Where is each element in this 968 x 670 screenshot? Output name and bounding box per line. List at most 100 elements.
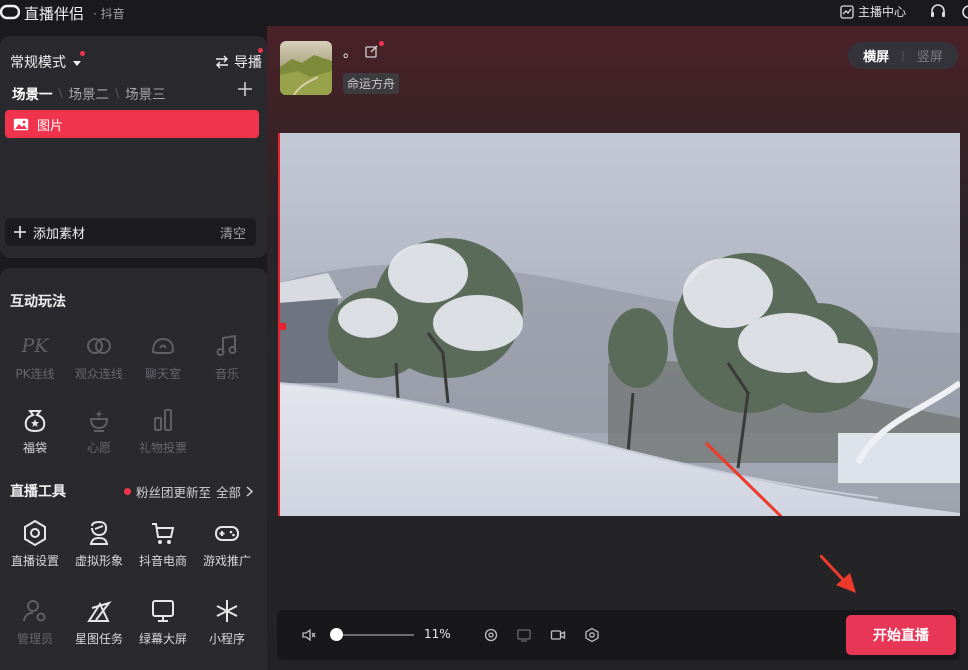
scene-panel: 常规模式 导播 场景一 \ 场景二 \ 场景三 图片 添加素材 清空 xyxy=(0,36,267,258)
source-item-label: 图片 xyxy=(37,118,64,134)
start-live-button[interactable]: 开始直播 xyxy=(846,615,956,655)
fans-notice-dot xyxy=(124,488,131,495)
portrait-option[interactable]: 竖屏 xyxy=(917,46,943,65)
mode-label: 常规模式 xyxy=(10,55,66,71)
star-task-icon xyxy=(87,601,112,622)
music-icon xyxy=(216,334,237,356)
live-settings-label: 直播设置 xyxy=(10,554,59,568)
tab-scene-2[interactable]: 场景二 xyxy=(69,83,110,103)
fans-update-label: 粉丝团更新至 xyxy=(136,485,212,500)
director-label: 导播 xyxy=(234,55,262,71)
wish-label: 心愿 xyxy=(86,441,111,455)
director-button[interactable]: 导播 xyxy=(214,48,263,72)
mini-program-label: 小程序 xyxy=(208,632,245,646)
anchor-center-button[interactable]: 主播中心 xyxy=(840,3,906,20)
orientation-toggle: 横屏 | 竖屏 xyxy=(848,42,958,69)
green-screen-item[interactable]: 绿幕大屏 xyxy=(135,596,191,647)
star-task-label: 星图任务 xyxy=(74,632,123,646)
orientation-divider: | xyxy=(901,49,905,62)
source-item-image[interactable]: 图片 xyxy=(5,110,259,138)
volume-slider-track[interactable] xyxy=(336,634,414,636)
chart-icon xyxy=(840,4,854,19)
app-title: 直播伴侣 xyxy=(24,5,85,23)
lucky-bag-label: 福袋 xyxy=(22,441,47,455)
screen-mirror-icon[interactable] xyxy=(516,627,532,643)
green-screen-icon xyxy=(152,600,174,622)
gamepad-icon xyxy=(215,526,239,541)
tools-section-title: 直播工具 xyxy=(10,484,66,500)
live-settings-icon xyxy=(24,519,46,547)
green-screen-label: 绿幕大屏 xyxy=(138,632,187,646)
mode-selector[interactable]: 常规模式 xyxy=(10,51,85,72)
anchor-center-label: 主播中心 xyxy=(858,5,907,19)
admin-icon xyxy=(23,600,46,622)
edit-icon[interactable] xyxy=(365,44,379,58)
pk-icon: PK xyxy=(21,335,49,357)
game-promo-item[interactable]: 游戏推广 xyxy=(199,518,255,569)
pk-link-item[interactable]: PK PK连线 xyxy=(7,331,63,382)
edit-notice-dot xyxy=(379,41,384,46)
game-promo-label: 游戏推广 xyxy=(202,554,251,568)
arrow-annotation xyxy=(820,555,856,593)
volume-slider-handle[interactable] xyxy=(330,628,343,641)
shop-label: 抖音电商 xyxy=(138,554,187,568)
landscape-option[interactable]: 横屏 xyxy=(863,46,889,65)
snow-scene-image xyxy=(278,133,960,516)
chevron-right-icon xyxy=(246,486,254,497)
image-icon xyxy=(13,118,29,130)
chatroom-item[interactable]: 聊天室 xyxy=(135,331,191,382)
tab-separator: \ xyxy=(58,86,63,100)
headset-icon[interactable] xyxy=(929,3,947,21)
gift-vote-item[interactable]: 礼物投票 xyxy=(135,405,191,456)
fans-update-link[interactable]: 粉丝团更新至 全部 xyxy=(124,482,254,501)
virtual-avatar-icon xyxy=(89,520,109,545)
notice-dot xyxy=(80,51,85,56)
camera-flip-icon[interactable] xyxy=(483,627,499,643)
add-material-button[interactable]: 添加素材 xyxy=(33,223,85,242)
tab-separator: \ xyxy=(115,86,120,100)
music-item[interactable]: 音乐 xyxy=(199,331,255,382)
app-logo-icon xyxy=(0,4,20,20)
music-label: 音乐 xyxy=(214,367,239,381)
clear-button[interactable]: 清空 xyxy=(220,223,246,242)
virtual-avatar-item[interactable]: 虚拟形象 xyxy=(71,518,127,569)
interaction-panel: 互动玩法 PK PK连线 观众连线 聊天室 音乐 福袋 心愿 礼物投票 直播工具… xyxy=(0,268,267,670)
platform-label: · 抖音 xyxy=(93,7,125,21)
virtual-avatar-label: 虚拟形象 xyxy=(74,554,123,568)
plus-icon xyxy=(14,226,26,238)
all-label: 全部 xyxy=(216,485,242,500)
chatroom-icon xyxy=(151,337,175,354)
mini-program-item[interactable]: 小程序 xyxy=(199,596,255,647)
add-material-bar: 添加素材 清空 xyxy=(5,218,256,246)
add-scene-icon[interactable] xyxy=(236,80,254,98)
audience-link-label: 观众连线 xyxy=(74,367,123,381)
wish-item[interactable]: 心愿 xyxy=(71,405,127,456)
star-task-item[interactable]: 星图任务 xyxy=(71,596,127,647)
settings-icon[interactable] xyxy=(960,3,968,21)
shop-item[interactable]: 抖音电商 xyxy=(135,518,191,569)
preview-stage[interactable] xyxy=(278,133,960,516)
mute-icon[interactable] xyxy=(301,627,317,643)
resize-handle[interactable] xyxy=(279,323,286,330)
record-icon[interactable] xyxy=(550,627,566,643)
wish-icon xyxy=(89,410,109,432)
director-notice-dot xyxy=(258,48,263,53)
volume-value: 11% xyxy=(424,627,451,641)
tab-scene-3[interactable]: 场景三 xyxy=(125,83,166,103)
interact-section-title: 互动玩法 xyxy=(10,294,66,310)
category-tag[interactable]: 命运方舟 xyxy=(343,73,400,94)
tab-scene-1[interactable]: 场景一 xyxy=(12,83,53,103)
shop-cart-icon xyxy=(152,523,175,544)
audience-link-item[interactable]: 观众连线 xyxy=(71,331,127,382)
gift-vote-label: 礼物投票 xyxy=(138,441,187,455)
streamer-nickname: 。 xyxy=(343,45,357,61)
chatroom-label: 聊天室 xyxy=(144,367,181,381)
admin-item[interactable]: 管理员 xyxy=(7,596,63,647)
caret-down-icon xyxy=(73,60,81,66)
pk-link-label: PK连线 xyxy=(15,367,55,381)
avatar-image xyxy=(280,41,332,95)
live-settings-item[interactable]: 直播设置 xyxy=(7,518,63,569)
lucky-bag-item[interactable]: 福袋 xyxy=(7,405,63,456)
stream-settings-icon[interactable] xyxy=(584,627,600,643)
avatar[interactable] xyxy=(280,41,332,95)
